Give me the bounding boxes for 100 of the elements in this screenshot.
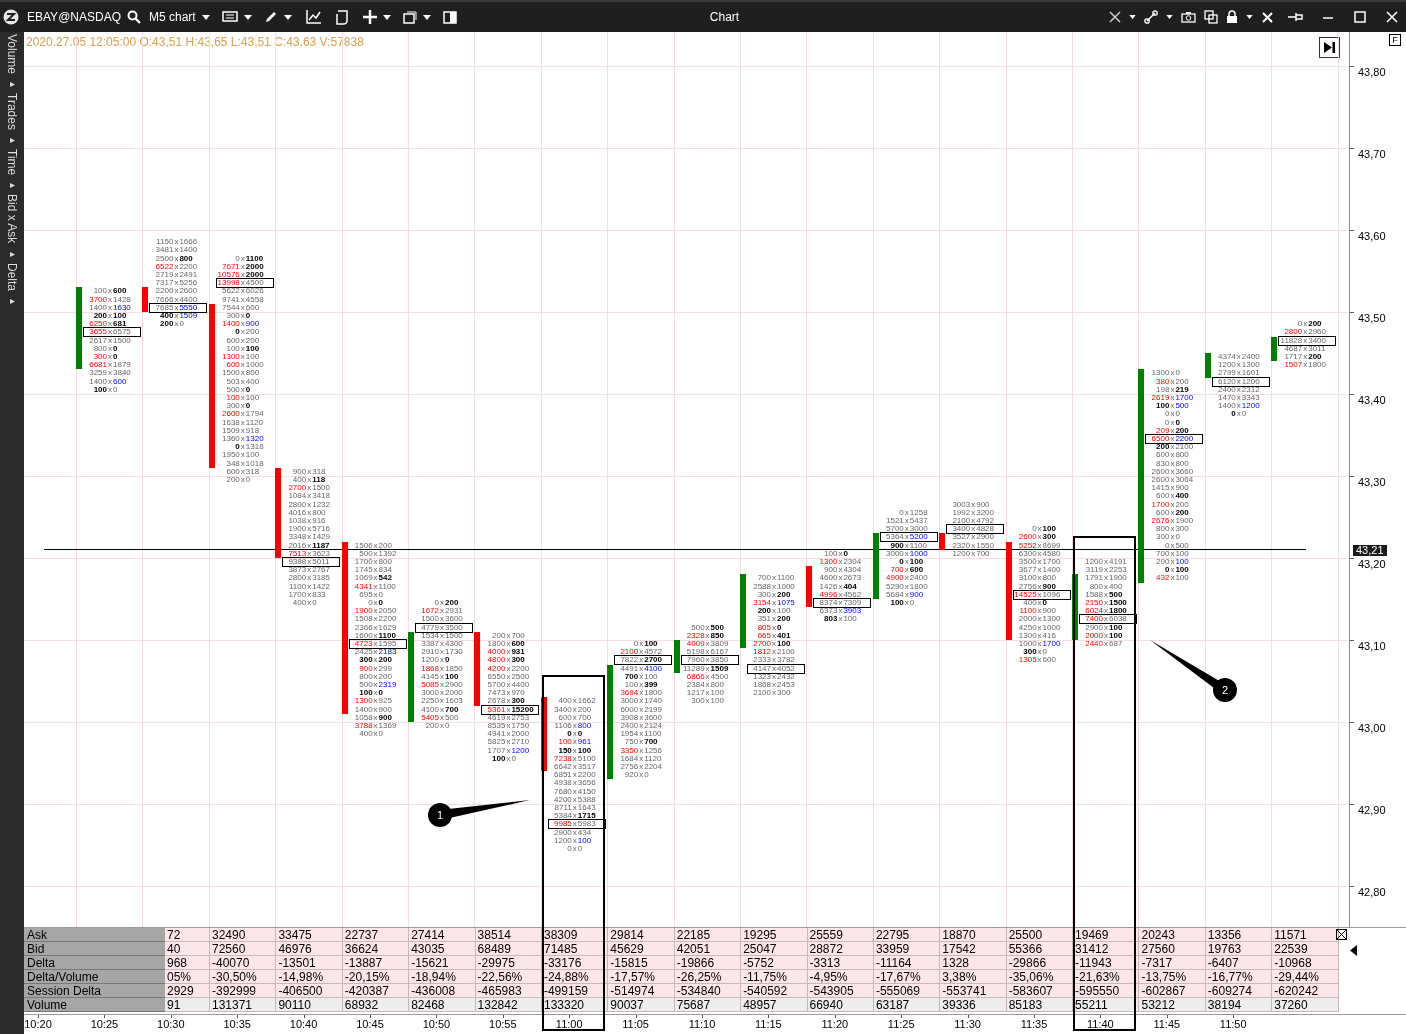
corner-button[interactable]: F — [1389, 34, 1401, 46]
sidebar-tab[interactable]: Bid x Ask — [0, 194, 24, 244]
table-cell: 19295 — [741, 928, 808, 942]
table-cell: 17542 — [940, 942, 1007, 956]
copy-icon[interactable] — [1204, 10, 1218, 24]
link-icon[interactable] — [1144, 10, 1158, 24]
caret-icon[interactable] — [1166, 15, 1173, 19]
footprint-cell-text: 1707 x 1200 — [486, 745, 531, 756]
table-cell: -534840 — [674, 984, 742, 998]
table-cell: -553741 — [940, 984, 1007, 998]
footprint-cell-text: 800x0 — [92, 343, 119, 354]
footprint-cell-text: 2600x1794 — [221, 409, 265, 420]
camera-icon[interactable] — [1181, 11, 1196, 23]
footprint-cell-text: 100x 0 — [358, 688, 385, 698]
search-icon[interactable] — [127, 10, 141, 24]
footprint-cell-text: 1300x100 — [221, 352, 261, 362]
app-logo-icon[interactable] — [3, 9, 19, 25]
caret-icon[interactable] — [422, 14, 431, 20]
table-cell: 19469 — [1073, 928, 1140, 942]
sidebar-tab[interactable]: Trades — [0, 93, 24, 130]
caret-icon[interactable]: ▸ — [0, 133, 24, 145]
table-cell: 31412 — [1073, 942, 1140, 956]
maximize-icon[interactable] — [1354, 11, 1366, 23]
time-label: 10:25 — [90, 1018, 119, 1031]
footprint-cell-text: 2719 x 2491 — [154, 270, 199, 280]
chart-menu[interactable]: M5 chart — [149, 8, 196, 26]
footprint-cell-text: 0x 0 — [367, 598, 385, 608]
footprint-cell-text: 900x1100 — [889, 540, 928, 551]
caret-icon[interactable] — [243, 14, 252, 20]
footprint-cell-text: 2700x 1500 — [287, 483, 331, 493]
window-icon[interactable] — [402, 10, 417, 24]
footprint-cell-text: 3788x 1369 — [353, 721, 398, 731]
footprint-cell-text: 0x0 — [566, 729, 584, 739]
footprint-cell: 8374 x 7309 — [813, 598, 872, 608]
panel-icon[interactable] — [442, 10, 457, 24]
table-cell: 36624 — [342, 942, 410, 956]
caret-icon[interactable] — [1129, 15, 1136, 19]
footprint-cell-text: 2384x 800 — [685, 680, 725, 690]
footprint-cell-text: 4100x700 — [420, 704, 460, 715]
pencil-icon[interactable] — [263, 10, 278, 24]
footprint-cell-text: 800 x 300 — [1155, 524, 1190, 534]
table-cell: 132842 — [475, 998, 542, 1012]
footprint-cell-text: 1812x2100 — [752, 647, 796, 657]
plus-icon[interactable] — [362, 10, 377, 24]
close-icon[interactable] — [1336, 929, 1347, 940]
table-cell: 72 — [165, 928, 210, 942]
footprint-cell-text: 1992x 3200 — [951, 507, 995, 518]
footprint-cell-text: 2200 x 2600 — [154, 286, 199, 297]
footprint-cell-text: 0 x 500 — [1163, 540, 1190, 551]
time-label: 11:40 — [1087, 1018, 1114, 1031]
footprint-cell-text: 380 x 200 — [1155, 376, 1190, 387]
footprint-cell-text: 200 x0 — [159, 319, 185, 330]
table-cell: 33475 — [276, 928, 343, 942]
footprint-cell-text: 5684x900 — [885, 589, 925, 600]
footprint-cell-text: 200x100 — [92, 311, 128, 321]
symbol-label[interactable]: EBAY@NASDAQ — [27, 8, 121, 26]
document-icon[interactable] — [334, 9, 349, 25]
footprint-cell-text: 5700 x4400 — [486, 680, 531, 690]
footprint-cell-text: 400x118 — [291, 475, 327, 485]
window-title: Chart — [709, 10, 740, 24]
caret-icon[interactable]: ▸ — [0, 294, 24, 306]
caret-icon[interactable] — [201, 14, 210, 20]
message-icon[interactable] — [221, 10, 238, 24]
sidebar-tab[interactable]: Delta — [0, 262, 24, 291]
footprint-cell-text: 2799x1601 — [1217, 368, 1261, 379]
footprint-cell-text: 700x 100 — [623, 671, 659, 682]
line-chart-icon[interactable] — [305, 10, 321, 24]
sidebar-tab[interactable]: Volume — [0, 34, 24, 75]
sidebar-tab[interactable]: Time — [0, 148, 24, 176]
footprint-cell-text: 1300 x0 — [1150, 368, 1181, 379]
footprint-cell-text: 6681x1879 — [88, 360, 132, 370]
caret-icon[interactable] — [283, 14, 292, 20]
time-label: 11:45 — [1153, 1018, 1181, 1031]
caret-icon[interactable]: ▸ — [0, 247, 24, 259]
caret-icon[interactable]: ▸ — [0, 78, 24, 90]
pin-icon[interactable] — [1288, 12, 1304, 22]
footprint-cell-text: 1305x 600 — [1017, 655, 1057, 666]
footprint-cell-text: 8711x1643 — [553, 803, 597, 813]
footprint-cell-text: 6866x4500 — [685, 671, 730, 682]
table-cell: 63187 — [873, 998, 941, 1012]
footprint-cell-text: 1745x 834 — [353, 565, 393, 575]
table-cell: -13887 — [342, 956, 410, 970]
table-cell: 55211 — [1073, 998, 1140, 1012]
time-label: 10:35 — [223, 1018, 251, 1031]
footprint-cell-text: 1900x5716 — [287, 524, 331, 534]
table-cell: 22539 — [1272, 942, 1339, 956]
time-label: 11:15 — [755, 1018, 782, 1031]
caret-icon[interactable] — [382, 14, 391, 20]
scroll-end-button[interactable] — [1319, 37, 1340, 58]
footprint-cell-text: 7473 x 970 — [486, 688, 526, 698]
caret-icon[interactable]: ▸ — [0, 179, 24, 191]
footprint-cell-text: 1058x900 — [353, 712, 393, 723]
footprint-cell-text: 351x200 — [756, 614, 792, 625]
footprint-cell-text: 300x200 — [358, 655, 393, 666]
caret-icon[interactable] — [1246, 15, 1253, 19]
footprint-cell-text: 1217x 100 — [685, 688, 725, 698]
footprint-cell-text: 600x700 — [557, 712, 593, 723]
footprint-cell-text: 3003x900 — [951, 499, 991, 510]
lock-icon[interactable] — [1226, 10, 1238, 24]
footprint-cell-text: 300x0 — [225, 401, 252, 411]
